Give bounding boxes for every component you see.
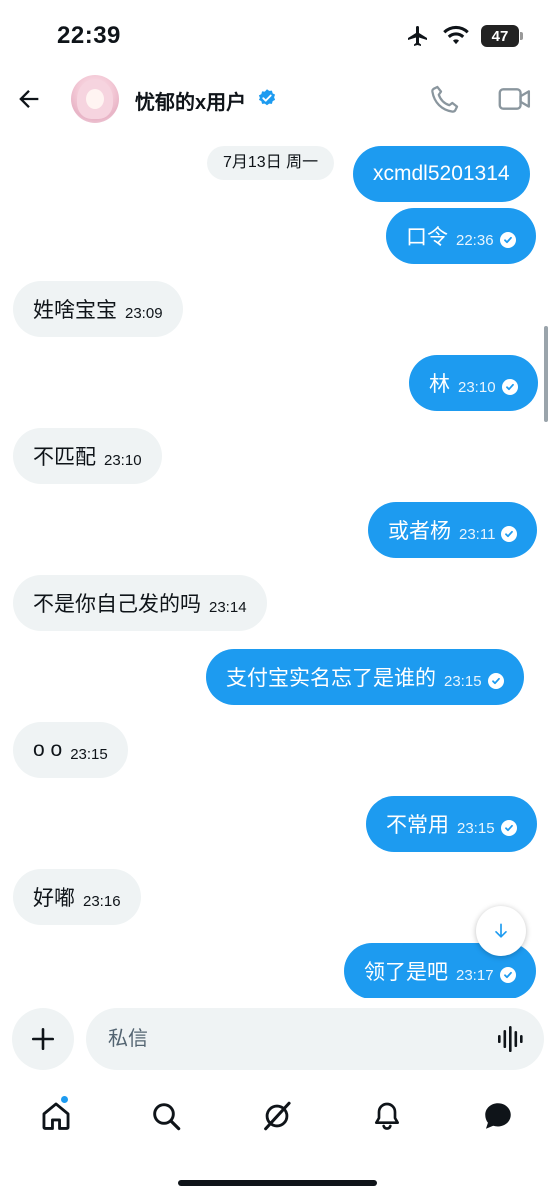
search-icon xyxy=(153,1103,181,1131)
plus-icon xyxy=(31,1027,55,1051)
message-bubble-outgoing[interactable]: 不常用 23:15 xyxy=(366,796,537,852)
nav-home[interactable] xyxy=(36,1096,76,1136)
message-input[interactable] xyxy=(108,1008,488,1070)
message-bubble-incoming[interactable]: 姓啥宝宝 23:09 xyxy=(13,281,183,337)
bell-icon xyxy=(375,1102,399,1130)
conversation-header: 忧郁的x用户 xyxy=(0,70,555,132)
message-text: 领了是吧 xyxy=(364,961,448,984)
read-check-icon xyxy=(499,967,516,983)
scrollbar[interactable] xyxy=(544,326,548,422)
message-bubble-incoming[interactable]: 好嘟 23:16 xyxy=(13,869,141,925)
message-time: 23:14 xyxy=(209,598,247,616)
message-text: 口令 xyxy=(406,226,448,249)
read-check-icon xyxy=(501,379,518,395)
arrow-down-icon xyxy=(495,923,507,938)
message-time: 23:16 xyxy=(83,892,121,910)
message-text: 姓啥宝宝 xyxy=(33,299,117,322)
phone-icon xyxy=(431,85,459,113)
message-time: 23:10 xyxy=(458,378,496,396)
message-text: xcmdl5201314 xyxy=(373,162,510,185)
battery-level: 47 xyxy=(491,27,509,45)
voice-message-button[interactable] xyxy=(496,1025,526,1053)
voice-wave-icon xyxy=(498,1026,523,1052)
message-time: 23:15 xyxy=(457,819,495,837)
message-time: 23:17 xyxy=(456,966,494,984)
voice-call-button[interactable] xyxy=(428,82,464,118)
back-arrow-icon xyxy=(19,90,39,108)
message-text: o o xyxy=(33,738,63,761)
message-composer xyxy=(0,1006,555,1072)
message-bubble-incoming[interactable]: 不是你自己发的吗 23:14 xyxy=(13,575,267,631)
nav-messages[interactable] xyxy=(478,1096,518,1136)
wifi-icon xyxy=(443,25,469,45)
home-icon xyxy=(42,1102,70,1130)
message-text: 或者杨 xyxy=(388,520,451,543)
nav-search[interactable] xyxy=(146,1096,186,1136)
message-time: 23:15 xyxy=(444,672,482,690)
message-time: 23:15 xyxy=(70,745,108,763)
read-check-icon xyxy=(499,232,516,248)
message-text: 不是你自己发的吗 xyxy=(33,593,201,616)
message-bubble-outgoing[interactable]: 林 23:10 xyxy=(409,355,538,411)
message-text: 林 xyxy=(429,373,450,396)
read-check-icon xyxy=(487,673,504,689)
message-bubble-incoming[interactable]: 不匹配 23:10 xyxy=(13,428,162,484)
avatar[interactable] xyxy=(71,75,119,123)
bottom-navigation xyxy=(0,1082,555,1152)
message-text: 不匹配 xyxy=(33,446,96,469)
date-separator: 7月13日 周一 xyxy=(207,146,335,180)
nav-notifications[interactable] xyxy=(367,1096,407,1136)
home-indicator xyxy=(178,1180,377,1186)
airplane-icon xyxy=(408,26,427,46)
message-bubble-outgoing[interactable]: 口令 22:36 xyxy=(386,208,536,264)
message-text: 好嘟 xyxy=(33,887,75,910)
status-icons: 47 xyxy=(405,24,523,48)
read-check-icon xyxy=(501,526,518,542)
status-time: 22:39 xyxy=(57,22,121,49)
message-bubble-incoming[interactable]: o o 23:15 xyxy=(13,722,128,778)
grok-icon xyxy=(264,1101,291,1131)
video-call-button[interactable] xyxy=(497,82,535,118)
message-text: 支付宝实名忘了是谁的 xyxy=(226,667,436,690)
message-bubble-outgoing[interactable]: 或者杨 23:11 xyxy=(368,502,538,558)
message-time: 23:09 xyxy=(125,304,163,322)
message-time: 22:36 xyxy=(456,231,494,249)
message-time: 23:11 xyxy=(459,525,496,543)
message-bubble-outgoing[interactable]: xcmdl5201314 xyxy=(353,146,530,202)
scroll-to-bottom-button[interactable] xyxy=(476,906,526,956)
back-button[interactable] xyxy=(12,82,46,116)
message-text: 不常用 xyxy=(386,814,449,837)
status-bar: 22:39 47 xyxy=(0,0,555,70)
video-icon xyxy=(498,88,531,110)
messages-icon xyxy=(485,1103,511,1129)
notification-dot xyxy=(60,1095,69,1104)
message-list[interactable]: 7月13日 周一 xcmdl5201314 口令 22:36 姓啥宝宝 23:0… xyxy=(0,132,555,998)
message-input-container xyxy=(86,1008,544,1070)
nav-grok[interactable] xyxy=(257,1096,297,1136)
message-bubble-outgoing[interactable]: 支付宝实名忘了是谁的 23:15 xyxy=(206,649,524,705)
read-check-icon xyxy=(500,820,517,836)
add-attachment-button[interactable] xyxy=(12,1008,74,1070)
verified-badge-icon xyxy=(258,89,276,106)
battery-icon: 47 xyxy=(481,25,523,47)
contact-name[interactable]: 忧郁的x用户 xyxy=(135,86,246,115)
message-time: 23:10 xyxy=(104,451,142,469)
